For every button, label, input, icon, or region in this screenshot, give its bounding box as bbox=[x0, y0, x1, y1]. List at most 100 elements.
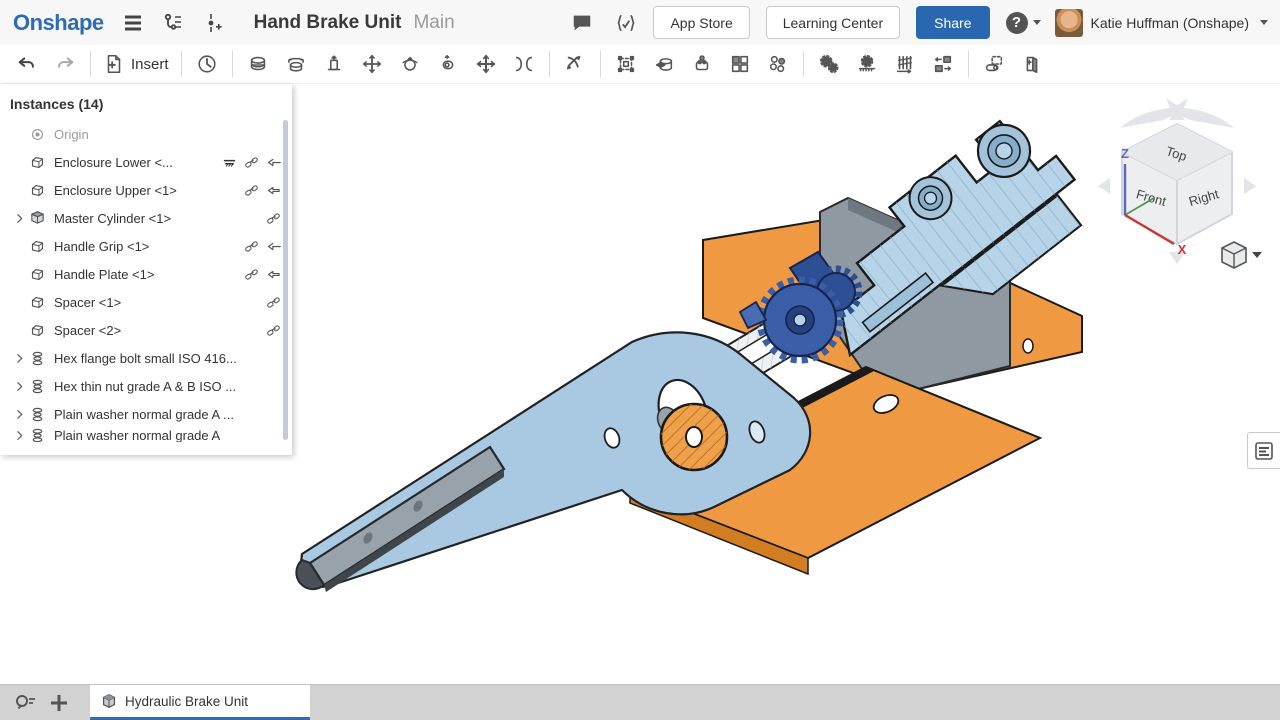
instance-label: Spacer <1> bbox=[54, 295, 264, 310]
link-badge-icon bbox=[264, 294, 282, 310]
gear-relation-icon[interactable] bbox=[814, 50, 844, 78]
standard-content-icon[interactable] bbox=[687, 50, 717, 78]
insert-doc-icon bbox=[103, 53, 125, 75]
instance-row[interactable]: Plain washer normal grade A bbox=[0, 428, 292, 442]
insert-button[interactable]: Insert bbox=[97, 50, 175, 78]
planar-mate-icon[interactable] bbox=[357, 50, 387, 78]
instance-row[interactable]: Master Cylinder <1> bbox=[0, 204, 292, 232]
insert-label: Insert bbox=[131, 56, 169, 73]
expand-chevron-icon[interactable] bbox=[10, 350, 28, 366]
z-axis-label: Z bbox=[1121, 146, 1129, 161]
rotate-tool-icon[interactable] bbox=[192, 50, 222, 78]
fixed-badge-icon bbox=[220, 154, 238, 170]
mate-connector-icon[interactable] bbox=[560, 50, 590, 78]
view-options-menu[interactable] bbox=[1222, 242, 1262, 268]
fastened-mate-icon[interactable] bbox=[243, 50, 273, 78]
instances-header: Instances (14) bbox=[0, 84, 292, 120]
instance-label: Plain washer normal grade A ... bbox=[54, 407, 282, 422]
chevron-placeholder bbox=[10, 238, 28, 254]
tangent-mate-icon[interactable] bbox=[509, 50, 539, 78]
help-icon[interactable]: ? bbox=[1006, 12, 1028, 34]
instance-row[interactable]: Plain washer normal grade A ... bbox=[0, 400, 292, 428]
part-icon bbox=[28, 237, 46, 255]
chevron-placeholder bbox=[10, 154, 28, 170]
app-store-button[interactable]: App Store bbox=[653, 6, 749, 39]
linear-pattern-icon[interactable] bbox=[725, 50, 755, 78]
part-icon bbox=[28, 293, 46, 311]
instance-label: Handle Grip <1> bbox=[54, 239, 242, 254]
instance-row[interactable]: Enclosure Lower <... bbox=[0, 148, 292, 176]
redo-icon[interactable] bbox=[50, 50, 80, 78]
exploded-view-icon[interactable] bbox=[979, 50, 1009, 78]
circular-pattern-icon[interactable] bbox=[763, 50, 793, 78]
featurescript-icon[interactable] bbox=[615, 12, 637, 34]
expand-chevron-icon[interactable] bbox=[10, 210, 28, 226]
toolbar-separator bbox=[600, 51, 601, 77]
link-badge-icon bbox=[242, 154, 260, 170]
instance-row[interactable]: Hex flange bolt small ISO 416... bbox=[0, 344, 292, 372]
cylindrical-mate-icon[interactable] bbox=[471, 50, 501, 78]
toolbar-separator bbox=[803, 51, 804, 77]
toolbar-separator bbox=[232, 51, 233, 77]
subassembly-icon bbox=[28, 209, 46, 227]
instance-row[interactable]: Handle Plate <1> bbox=[0, 260, 292, 288]
document-tab-bar: Hydraulic Brake Unit bbox=[0, 684, 1280, 720]
chevron-down-icon bbox=[1033, 20, 1041, 25]
chevron-placeholder bbox=[10, 322, 28, 338]
tab-hydraulic-brake-unit[interactable]: Hydraulic Brake Unit bbox=[90, 685, 310, 720]
instance-label: Hex thin nut grade A & B ISO ... bbox=[54, 379, 282, 394]
assembly-toolbar: Insert bbox=[0, 45, 1280, 84]
fastener-icon bbox=[28, 405, 46, 423]
expand-chevron-icon[interactable] bbox=[10, 378, 28, 394]
chevron-placeholder bbox=[10, 294, 28, 310]
undo-icon[interactable] bbox=[12, 50, 42, 78]
named-positions-icon[interactable] bbox=[649, 50, 679, 78]
expand-chevron-icon[interactable] bbox=[10, 406, 28, 422]
instance-row[interactable]: Handle Grip <1> bbox=[0, 232, 292, 260]
versions-icon[interactable] bbox=[162, 12, 184, 34]
user-menu[interactable]: Katie Huffman (Onshape) bbox=[1055, 9, 1269, 37]
ball-mate-icon[interactable] bbox=[395, 50, 425, 78]
display-states-icon[interactable] bbox=[1017, 50, 1047, 78]
instance-row[interactable]: Spacer <1> bbox=[0, 288, 292, 316]
create-version-icon[interactable] bbox=[202, 12, 224, 34]
share-button[interactable]: Share bbox=[916, 6, 989, 39]
chevron-placeholder bbox=[10, 266, 28, 282]
revolute-mate-icon[interactable] bbox=[281, 50, 311, 78]
avatar bbox=[1055, 9, 1083, 37]
instance-label: Master Cylinder <1> bbox=[54, 211, 264, 226]
instance-row[interactable]: Origin bbox=[0, 120, 292, 148]
instance-label: Spacer <2> bbox=[54, 323, 264, 338]
fastener-icon bbox=[28, 349, 46, 367]
comments-icon[interactable] bbox=[571, 12, 593, 34]
instance-row[interactable]: Hex thin nut grade A & B ISO ... bbox=[0, 372, 292, 400]
pin-slot-mate-icon[interactable] bbox=[433, 50, 463, 78]
part-icon bbox=[28, 153, 46, 171]
chevron-placeholder bbox=[10, 126, 28, 142]
fastener-icon bbox=[28, 377, 46, 395]
add-tab-icon[interactable] bbox=[42, 685, 76, 720]
slider-mate-icon[interactable] bbox=[319, 50, 349, 78]
screw-relation-icon[interactable] bbox=[890, 50, 920, 78]
view-cube[interactable]: Top Front Right Z X bbox=[1092, 96, 1262, 271]
instance-row[interactable]: Enclosure Upper <1> bbox=[0, 176, 292, 204]
view-cube-body bbox=[1122, 124, 1232, 244]
toolbar-separator bbox=[90, 51, 91, 77]
arrowDashed-badge-icon bbox=[264, 154, 282, 170]
rack-pinion-relation-icon[interactable] bbox=[852, 50, 882, 78]
learning-center-button[interactable]: Learning Center bbox=[766, 6, 900, 39]
arrowDashed-badge-icon bbox=[264, 238, 282, 254]
arrowSolid-badge-icon bbox=[264, 266, 282, 282]
linear-relation-icon[interactable] bbox=[928, 50, 958, 78]
expand-chevron-icon[interactable] bbox=[10, 428, 28, 442]
arrowSolid-badge-icon bbox=[264, 182, 282, 198]
link-badge-icon bbox=[264, 210, 282, 226]
instance-label: Plain washer normal grade A bbox=[54, 428, 282, 442]
help-menu[interactable]: ? bbox=[1006, 12, 1041, 34]
feature-list-flyout-button[interactable] bbox=[1247, 432, 1280, 469]
manage-tabs-icon[interactable] bbox=[8, 685, 42, 720]
panel-scrollbar[interactable] bbox=[283, 120, 288, 440]
main-menu-icon[interactable] bbox=[122, 12, 144, 34]
instance-row[interactable]: Spacer <2> bbox=[0, 316, 292, 344]
group-parts-icon[interactable] bbox=[611, 50, 641, 78]
